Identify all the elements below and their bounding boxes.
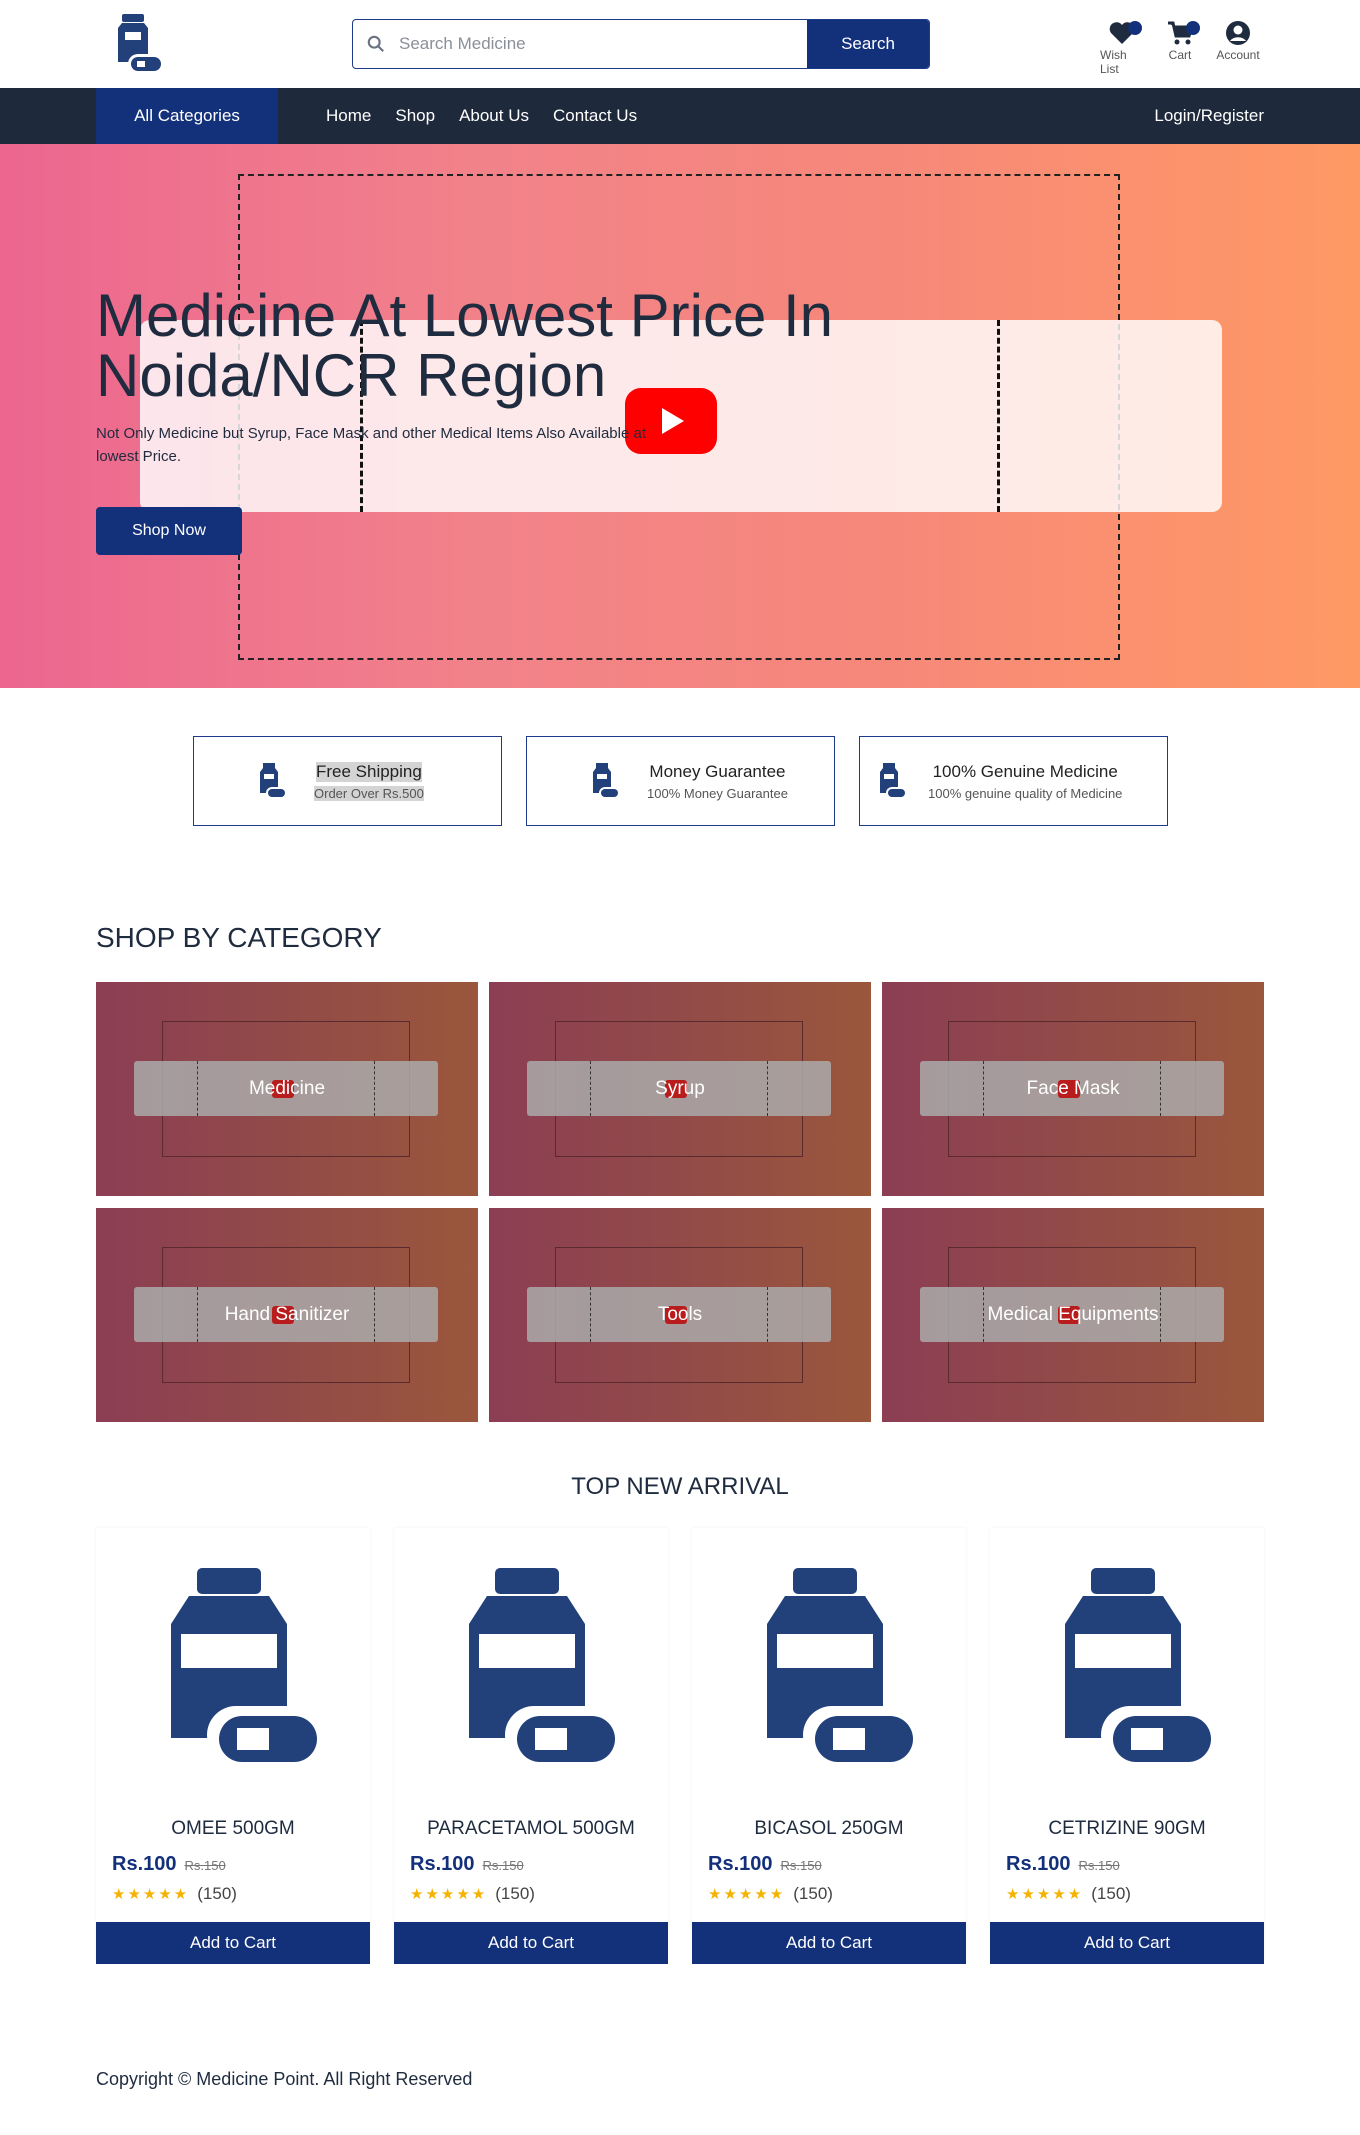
nav-about[interactable]: About Us (459, 106, 529, 126)
shop-by-category-title: SHOP BY CATEGORY (96, 922, 382, 953)
hero-title: Medicine At Lowest Price In Noida/NCR Re… (96, 282, 834, 409)
price-old: Rs.150 (780, 1858, 822, 1873)
category-card-face-mask[interactable]: Face Mask (882, 982, 1264, 1196)
product-rating: ★★★★★ (150) (112, 1884, 237, 1904)
review-count: (150) (495, 1884, 535, 1903)
feature-subtitle: Order Over Rs.500 (314, 785, 424, 801)
category-grid: Medicine Syrup Face Mask Hand Sanitizer (96, 982, 1264, 1422)
wishlist-badge (1128, 21, 1142, 35)
feature-title: Free Shipping (315, 761, 422, 782)
product-list: OMEE 500GM Rs.100 Rs.150 ★★★★★ (150) Add t… (96, 1528, 1264, 1964)
feature-genuine-medicine: 100% Genuine Medicine 100% genuine quali… (859, 736, 1168, 826)
medicine-bottle-icon (880, 763, 906, 799)
add-to-cart-button[interactable]: Add to Cart (96, 1922, 370, 1964)
product-card: PARACETAMOL 500GM Rs.100 Rs.150 ★★★★★ (150… (394, 1528, 668, 1964)
all-categories-button[interactable]: All Categories (96, 88, 278, 144)
cart-link[interactable]: Cart (1158, 20, 1202, 76)
search-input[interactable] (399, 20, 807, 68)
product-name[interactable]: OMEE 500GM (96, 1818, 370, 1840)
product-card: CETRIZINE 90GM Rs.100 Rs.150 ★★★★★ (150) A… (990, 1528, 1264, 1964)
nav-home[interactable]: Home (326, 106, 371, 126)
star-rating-icon: ★★★★★ (708, 1886, 786, 1903)
feature-subtitle: 100% Money Guarantee (647, 785, 788, 801)
shop-now-button[interactable]: Shop Now (96, 507, 242, 555)
price-current: Rs.100 (708, 1853, 773, 1875)
add-to-cart-button[interactable]: Add to Cart (692, 1922, 966, 1964)
price-current: Rs.100 (410, 1853, 475, 1875)
login-register-link[interactable]: Login/Register (1154, 88, 1264, 144)
product-price: Rs.100 Rs.150 (410, 1853, 524, 1876)
main-nav: All Categories Home Shop About Us Contac… (0, 88, 1360, 144)
feature-strip: Free Shipping Order Over Rs.500 Money Gu… (193, 736, 1168, 826)
feature-subtitle: 100% genuine quality of Medicine (928, 785, 1123, 801)
feature-title: 100% Genuine Medicine (932, 761, 1118, 781)
price-old: Rs.150 (1078, 1858, 1120, 1873)
nav-shop[interactable]: Shop (395, 106, 435, 126)
nav-contact[interactable]: Contact Us (553, 106, 637, 126)
category-card-tools[interactable]: Tools (489, 1208, 871, 1422)
product-price: Rs.100 Rs.150 (708, 1853, 822, 1876)
product-card: BICASOL 250GM Rs.100 Rs.150 ★★★★★ (150) Ad… (692, 1528, 966, 1964)
hero-banner: Medicine At Lowest Price In Noida/NCR Re… (0, 144, 1360, 688)
feature-money-guarantee: Money Guarantee 100% Money Guarantee (526, 736, 835, 826)
price-current: Rs.100 (112, 1853, 177, 1875)
category-card-hand-sanitizer[interactable]: Hand Sanitizer (96, 1208, 478, 1422)
star-rating-icon: ★★★★★ (1006, 1886, 1084, 1903)
medicine-bottle-icon (260, 763, 286, 799)
medicine-bottle-icon[interactable] (1035, 1568, 1213, 1764)
product-card: OMEE 500GM Rs.100 Rs.150 ★★★★★ (150) Add t… (96, 1528, 370, 1964)
feature-free-shipping: Free Shipping Order Over Rs.500 (193, 736, 502, 826)
medicine-bottle-icon (593, 763, 619, 799)
category-card-medical-equipments[interactable]: Medical Equipments (882, 1208, 1264, 1422)
product-name[interactable]: BICASOL 250GM (692, 1818, 966, 1840)
price-old: Rs.150 (184, 1858, 226, 1873)
category-label: Medical Equipments (987, 1303, 1159, 1325)
category-label: Syrup (655, 1077, 705, 1099)
cart-badge (1186, 21, 1200, 35)
search-bar: Search (352, 19, 930, 69)
star-rating-icon: ★★★★★ (410, 1886, 488, 1903)
product-name[interactable]: CETRIZINE 90GM (990, 1818, 1264, 1840)
nav-links: Home Shop About Us Contact Us (326, 88, 637, 144)
category-card-medicine[interactable]: Medicine (96, 982, 478, 1196)
review-count: (150) (197, 1884, 237, 1903)
wishlist-label: Wish List (1100, 48, 1127, 76)
account-label: Account (1216, 48, 1260, 62)
product-rating: ★★★★★ (150) (410, 1884, 535, 1904)
product-rating: ★★★★★ (150) (708, 1884, 833, 1904)
account-icon (1226, 21, 1250, 45)
add-to-cart-button[interactable]: Add to Cart (394, 1922, 668, 1964)
price-old: Rs.150 (482, 1858, 524, 1873)
product-rating: ★★★★★ (150) (1006, 1884, 1131, 1904)
wishlist-link[interactable]: Wish List (1100, 20, 1144, 76)
search-button[interactable]: Search (807, 20, 929, 68)
search-icon (353, 20, 399, 68)
category-label: Medicine (248, 1077, 326, 1099)
header-actions: Wish List Cart Account (1100, 20, 1260, 76)
footer-copyright: Copyright © Medicine Point. All Right Re… (96, 2069, 473, 2089)
medicine-bottle-icon[interactable] (141, 1568, 319, 1764)
star-rating-icon: ★★★★★ (112, 1886, 190, 1903)
category-card-syrup[interactable]: Syrup (489, 982, 871, 1196)
category-label: Tools (657, 1303, 703, 1325)
add-to-cart-button[interactable]: Add to Cart (990, 1922, 1264, 1964)
site-header: Search Wish List Cart Account (0, 0, 1360, 88)
product-name[interactable]: PARACETAMOL 500GM (394, 1818, 668, 1840)
feature-title: Money Guarantee (649, 761, 786, 781)
product-price: Rs.100 Rs.150 (1006, 1853, 1120, 1876)
review-count: (150) (1091, 1884, 1131, 1903)
price-current: Rs.100 (1006, 1853, 1071, 1875)
review-count: (150) (793, 1884, 833, 1903)
account-link[interactable]: Account (1216, 20, 1260, 76)
product-price: Rs.100 Rs.150 (112, 1853, 226, 1876)
cart-label: Cart (1168, 48, 1192, 62)
hero-subtitle: Not Only Medicine but Syrup, Face Mask a… (96, 425, 646, 465)
medicine-bottle-icon[interactable] (737, 1568, 915, 1764)
category-label: Hand Sanitizer (224, 1303, 350, 1325)
category-label: Face Mask (1026, 1077, 1120, 1099)
medicine-bottle-logo-icon[interactable] (108, 14, 164, 74)
medicine-bottle-icon[interactable] (439, 1568, 617, 1764)
top-new-arrival-title: TOP NEW ARRIVAL (571, 1473, 789, 1500)
